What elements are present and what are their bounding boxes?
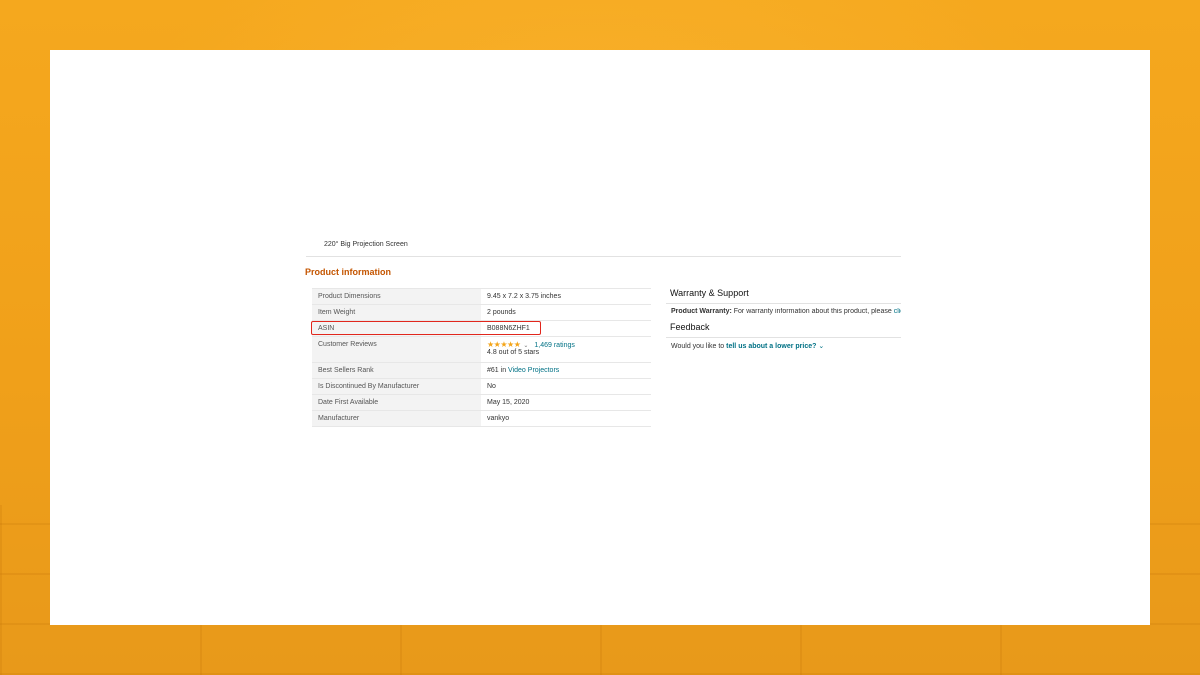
- warranty-description: For warranty information about this prod…: [733, 308, 892, 315]
- spec-label: Item Weight: [312, 304, 481, 321]
- spec-value: 9.45 x 7.2 x 3.75 inches: [481, 288, 651, 305]
- table-row: Is Discontinued By Manufacturer No: [312, 378, 651, 395]
- feedback-heading: Feedback: [670, 322, 710, 332]
- warranty-heading: Warranty & Support: [670, 288, 749, 298]
- divider: [666, 337, 901, 338]
- spec-label: Product Dimensions: [312, 288, 481, 305]
- spec-value: No: [481, 378, 651, 395]
- best-sellers-rank-cell: #61 in Video Projectors: [481, 362, 651, 379]
- spec-value: vankyo: [481, 410, 651, 427]
- lower-price-link[interactable]: tell us about a lower price?: [726, 343, 816, 350]
- table-row: Manufacturer vankyo: [312, 410, 651, 427]
- ratings-link[interactable]: 1,469 ratings: [534, 342, 574, 349]
- rank-in: in: [500, 367, 507, 374]
- warranty-link[interactable]: clic: [894, 308, 901, 315]
- rating-text: 4.8 out of 5 stars: [487, 349, 540, 356]
- divider: [306, 256, 901, 257]
- spec-value: May 15, 2020: [481, 394, 651, 411]
- spec-label: Date First Available: [312, 394, 481, 411]
- rank-number: #61: [487, 367, 499, 374]
- spec-label: Customer Reviews: [312, 336, 481, 363]
- category-link[interactable]: Video Projectors: [508, 367, 559, 374]
- table-row: Customer Reviews ★★★★★ ⌄ 1,469 ratings 4.8…: [312, 336, 651, 363]
- screenshot-panel: 220° Big Projection Screen Product infor…: [50, 50, 1150, 625]
- image-caption: 220° Big Projection Screen: [324, 241, 408, 248]
- star-rating-icon[interactable]: ★★★★★: [487, 340, 521, 349]
- section-title: Product information: [305, 267, 391, 277]
- spec-label: Best Sellers Rank: [312, 362, 481, 379]
- warranty-text: Product Warranty: For warranty informati…: [671, 308, 901, 315]
- spec-label-asin: ASIN: [312, 320, 481, 337]
- spec-value-asin: B088N6ZHF1: [481, 320, 651, 337]
- product-info-table: Product Dimensions 9.45 x 7.2 x 3.75 inc…: [312, 288, 651, 427]
- table-row: Product Dimensions 9.45 x 7.2 x 3.75 inc…: [312, 288, 651, 305]
- table-row: Date First Available May 15, 2020: [312, 394, 651, 411]
- table-row: Item Weight 2 pounds: [312, 304, 651, 321]
- spec-value: 2 pounds: [481, 304, 651, 321]
- table-row: Best Sellers Rank #61 in Video Projector…: [312, 362, 651, 379]
- table-row: ASIN B088N6ZHF1: [312, 320, 651, 337]
- feedback-text: Would you like to tell us about a lower …: [671, 342, 824, 350]
- warranty-label: Product Warranty:: [671, 308, 732, 315]
- divider: [666, 303, 901, 304]
- chevron-down-icon[interactable]: ⌄: [818, 343, 824, 350]
- spec-label: Is Discontinued By Manufacturer: [312, 378, 481, 395]
- spec-label: Manufacturer: [312, 410, 481, 427]
- customer-reviews-cell: ★★★★★ ⌄ 1,469 ratings 4.8 out of 5 stars: [481, 336, 651, 363]
- feedback-prefix: Would you like to: [671, 343, 725, 350]
